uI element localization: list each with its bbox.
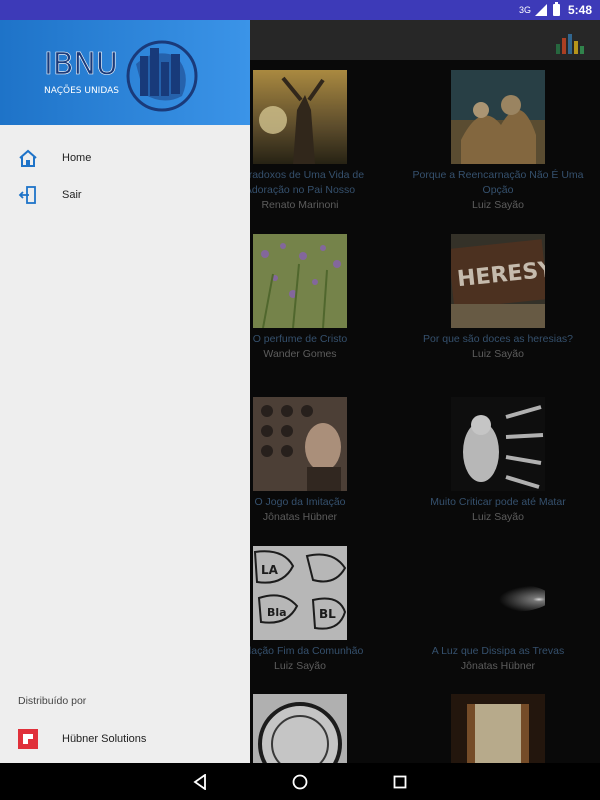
- status-bar: 3G 5:48: [0, 0, 600, 20]
- back-button[interactable]: [192, 773, 208, 790]
- menu-item-label: Sair: [62, 188, 82, 201]
- clock: 5:48: [567, 3, 592, 17]
- home-circle-icon: [292, 774, 308, 789]
- hubner-solutions-link[interactable]: Hübner Solutions: [0, 715, 250, 763]
- logo-subtitle: NAÇÕES UNIDAS: [44, 84, 119, 96]
- menu-item-label: Home: [62, 151, 92, 164]
- network-type: 3G: [518, 5, 531, 15]
- drawer-header: IBNU NAÇÕES UNIDAS: [0, 20, 250, 125]
- menu-item-sair[interactable]: Sair: [0, 176, 250, 213]
- brand-label: Hübner Solutions: [62, 733, 147, 745]
- ibnu-logo: IBNU NAÇÕES UNIDAS: [44, 34, 200, 112]
- battery-icon: [552, 2, 560, 16]
- back-triangle-icon: [193, 773, 206, 790]
- hubner-logo-icon: [18, 729, 38, 749]
- home-button[interactable]: [292, 774, 308, 790]
- recents-square-icon: [393, 775, 407, 788]
- logo-text: IBNU: [44, 47, 118, 82]
- drawer-menu: Home Sair: [0, 125, 250, 213]
- signal-icon: [534, 4, 547, 16]
- exit-icon: [18, 185, 38, 205]
- system-navigation-bar: [0, 763, 600, 800]
- drawer-footer: Distribuído por Hübner Solutions: [0, 687, 250, 763]
- menu-item-home[interactable]: Home: [0, 139, 250, 176]
- home-icon: [18, 148, 38, 168]
- distributed-by-label: Distribuído por: [18, 695, 87, 707]
- recents-button[interactable]: [392, 774, 408, 790]
- navigation-drawer: IBNU NAÇÕES UNIDAS Home Sair Distribuído…: [0, 20, 250, 763]
